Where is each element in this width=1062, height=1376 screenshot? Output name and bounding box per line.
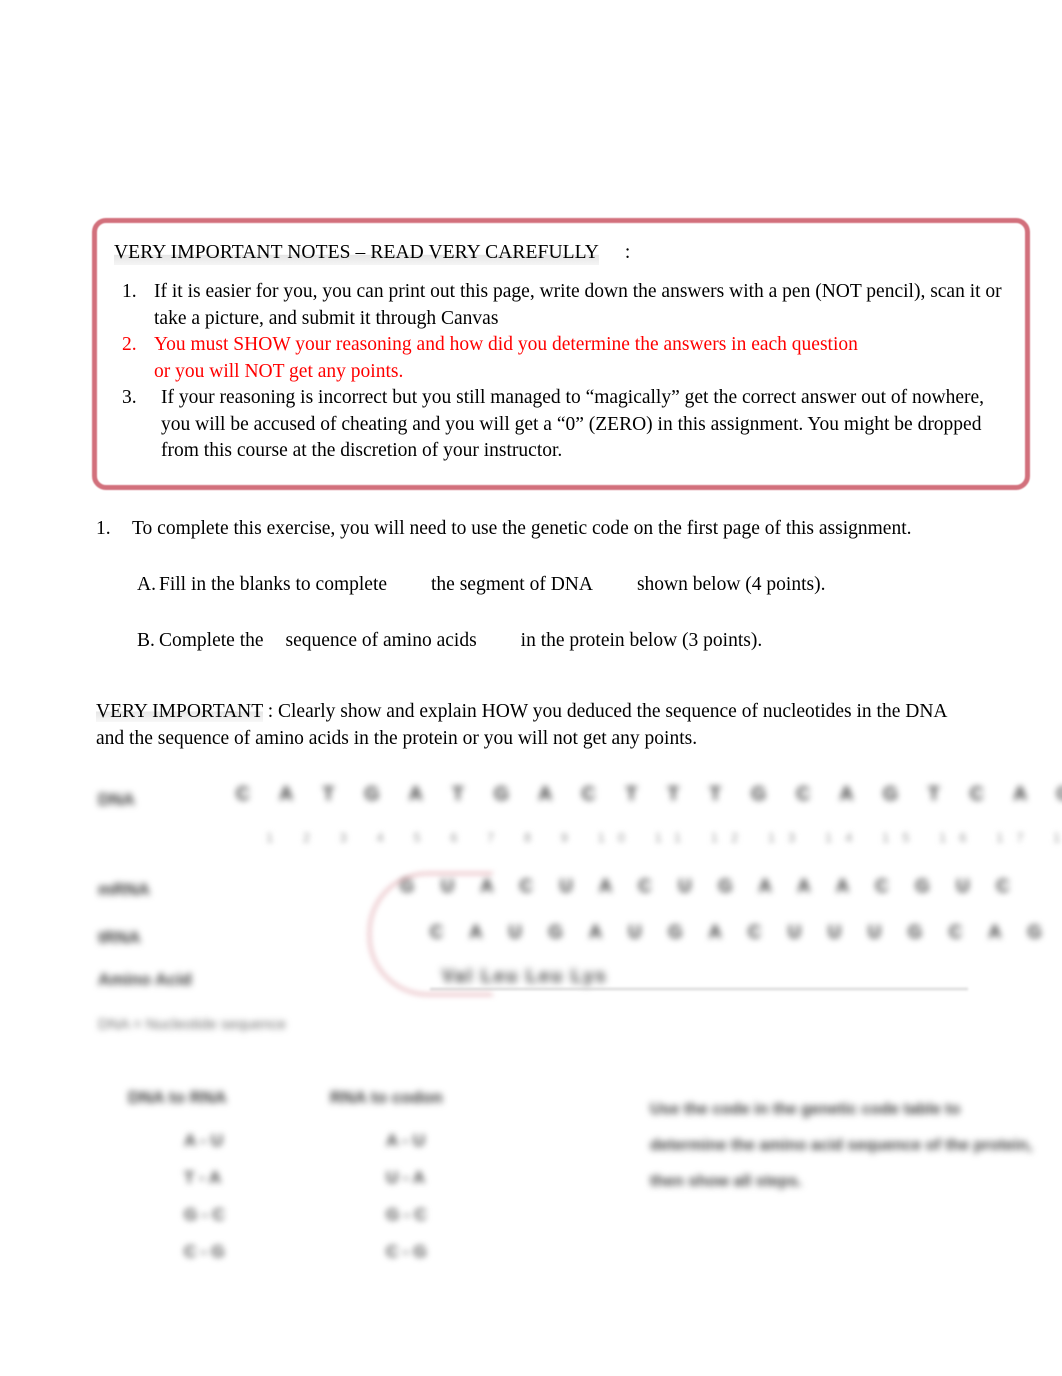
redacted-side-paragraph: Use the code in the genetic code table t…	[650, 1101, 1033, 1190]
list-item: G - C	[184, 1205, 225, 1224]
row-label-mrna: mRNA	[98, 880, 150, 899]
exercise-sub-b-part3: in the protein below (3 points).	[520, 630, 763, 651]
list-item: U - A	[386, 1168, 426, 1187]
exercise-intro-text: To complete this exercise, you will need…	[132, 518, 912, 539]
exercise-sub-b-label: B.	[137, 630, 155, 651]
redacted-caption: DNA = Nucleotide sequence	[98, 1016, 287, 1033]
important-notes-box: VERY IMPORTANT NOTES – READ VERY CAREFUL…	[92, 218, 1030, 490]
exercise-section: 1. To complete this exercise, you will n…	[96, 515, 956, 654]
notes-list: 1. If it is easier for you, you can prin…	[114, 279, 1002, 465]
reference-list-dna-to-rna: DNA to RNA A - U T - A G - C C - G	[128, 1088, 227, 1270]
reference-list-1-heading: DNA to RNA	[128, 1088, 227, 1107]
reference-list-2-items: A - U U - A G - C C - G	[330, 1122, 443, 1270]
list-item: G - C	[386, 1205, 427, 1224]
exercise-sub-item-a: A. Fill in the blanks to complete the seg…	[96, 571, 956, 598]
notes-item-1: 1. If it is easier for you, you can prin…	[114, 279, 1002, 332]
notes-item-2-number: 2.	[122, 334, 137, 356]
notes-box-title: VERY IMPORTANT NOTES – READ VERY CAREFUL…	[114, 240, 630, 265]
row-label-dna: DNA	[98, 790, 135, 809]
document-page: VERY IMPORTANT NOTES – READ VERY CAREFUL…	[0, 0, 1062, 1376]
row-label-amino-acid: Amino Acid	[98, 970, 192, 989]
notes-item-3-text: If your reasoning is incorrect but you s…	[161, 387, 985, 462]
notes-title-text: VERY IMPORTANT NOTES – READ VERY CAREFUL…	[114, 242, 599, 265]
reference-list-rna-to-codon: RNA to codon A - U U - A G - C C - G	[330, 1088, 443, 1270]
notes-item-2-line1: You must SHOW your reasoning and how did…	[154, 334, 858, 356]
notes-item-2: 2. You must SHOW your reasoning and how …	[114, 332, 1002, 385]
list-item: A - U	[184, 1131, 224, 1150]
exercise-sub-a-label: A.	[137, 574, 156, 595]
row-sequence-dna: C A T G A T G A C T T T G C A G T C A G …	[236, 784, 1062, 805]
exercise-sub-a-part2: the segment of DNA	[431, 574, 593, 595]
exercise-sub-a-part1: Fill in the blanks to complete	[159, 574, 388, 595]
exercise-sub-a-part3: shown below (4 points).	[636, 574, 826, 595]
very-important-paragraph: VERY IMPORTANT : Clearly show and explai…	[96, 698, 958, 752]
exercise-sub-b-part2: sequence of amino acids	[285, 630, 477, 651]
list-item: T - A	[184, 1168, 222, 1187]
notes-title-colon: :	[624, 242, 631, 263]
notes-item-3-number: 3.	[122, 387, 137, 409]
notes-item-1-number: 1.	[122, 281, 137, 303]
reference-list-2-heading: RNA to codon	[330, 1088, 443, 1107]
exercise-sub-b-part1: Complete the	[159, 630, 264, 651]
notes-item-2-line2: or you will NOT get any points.	[154, 360, 404, 382]
row-numbering: 1 2 3 4 5 6 7 8 9 10 11 12 13 14 15 16 1…	[266, 830, 1062, 845]
row-sequence-trna: C A U G A U G A C U U U G C A G	[430, 922, 1053, 942]
exercise-intro: 1. To complete this exercise, you will n…	[96, 515, 956, 542]
row-label-trna: tRNA	[98, 928, 141, 947]
notes-item-3: 3. If your reasoning is incorrect but yo…	[114, 385, 1002, 465]
exercise-sub-b-body: Complete the sequence of amino acids in th…	[137, 627, 956, 654]
list-item: C - G	[386, 1242, 427, 1261]
exercise-sub-item-b: B. Complete the sequence of amino acids in…	[96, 627, 956, 654]
pink-annotation-arc-icon	[368, 872, 494, 996]
amino-acid-answer-blank[interactable]	[430, 988, 968, 990]
exercise-number: 1.	[96, 518, 111, 539]
list-item: C - G	[184, 1242, 225, 1261]
notes-item-1-text: If it is easier for you, you can print o…	[154, 281, 1002, 329]
reference-list-1-items: A - U T - A G - C C - G	[128, 1122, 227, 1270]
list-item: A - U	[386, 1131, 426, 1150]
exercise-sub-a-body: Fill in the blanks to complete the segmen…	[137, 571, 956, 598]
very-important-emphasis: VERY IMPORTANT	[96, 701, 263, 722]
redacted-worksheet-region: DNA C A T G A T G A C T T T G C A G T C …	[0, 770, 1062, 1300]
